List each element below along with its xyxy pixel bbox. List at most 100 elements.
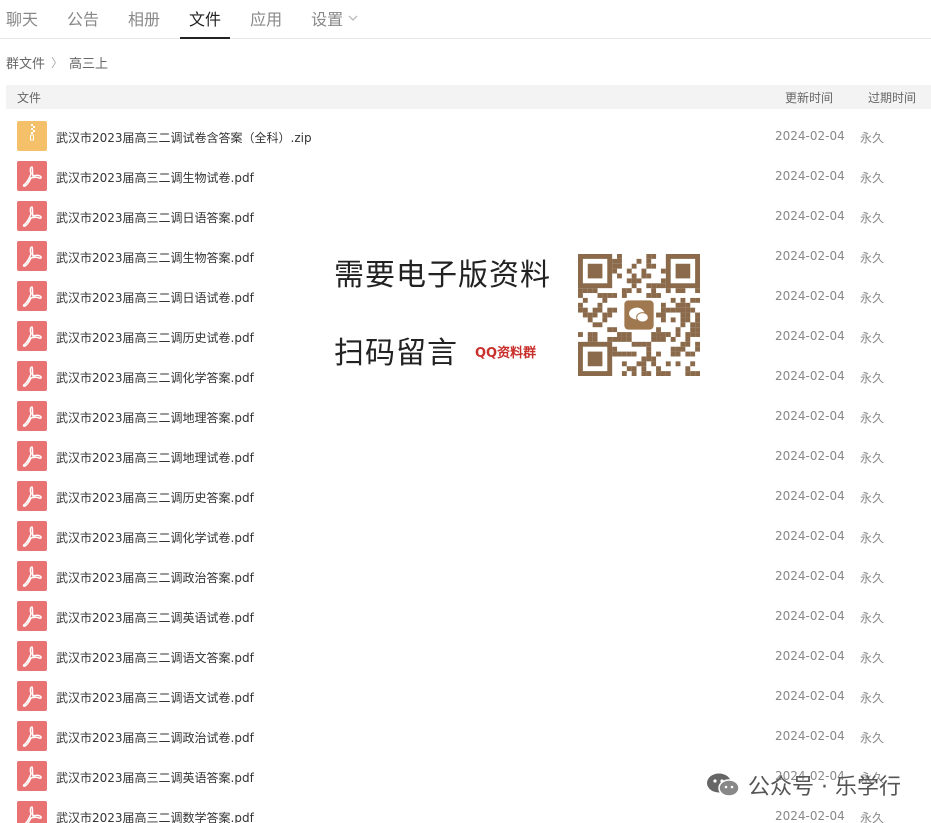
file-name[interactable]: 武汉市2023届高三二调数学答案.pdf xyxy=(56,809,254,823)
promo-line-1: 需要电子版资料 xyxy=(334,258,551,293)
acrobat-pdf-icon xyxy=(17,241,47,271)
tab-bar: 聊天 公告 相册 文件 应用 设置 xyxy=(0,0,931,39)
breadcrumb-separator-icon: 〉 xyxy=(51,55,64,70)
file-row[interactable]: 武汉市2023届高三二调英语试卷.pdf 2024-02-04 永久 xyxy=(0,597,931,637)
column-header-name[interactable]: 文件 xyxy=(17,89,41,106)
file-updated-date: 2024-02-04 xyxy=(775,609,845,623)
file-updated-date: 2024-02-04 xyxy=(775,209,845,223)
file-row[interactable]: 武汉市2023届高三二调政治试卷.pdf 2024-02-04 永久 xyxy=(0,717,931,757)
file-row[interactable]: 武汉市2023届高三二调生物试卷.pdf 2024-02-04 永久 xyxy=(0,157,931,197)
promo-badge: QQ资料群 xyxy=(475,346,537,361)
file-name[interactable]: 武汉市2023届高三二调语文试卷.pdf xyxy=(56,689,254,706)
file-expires: 永久 xyxy=(860,251,885,265)
file-name[interactable]: 武汉市2023届高三二调生物试卷.pdf xyxy=(56,169,254,186)
file-updated-date: 2024-02-04 xyxy=(775,569,845,583)
file-row[interactable]: 武汉市2023届高三二调语文试卷.pdf 2024-02-04 永久 xyxy=(0,677,931,717)
acrobat-pdf-icon xyxy=(17,561,47,591)
file-name[interactable]: 武汉市2023届高三二调试卷含答案（全科）.zip xyxy=(56,129,312,146)
file-updated-date: 2024-02-04 xyxy=(775,289,845,303)
file-row[interactable]: 武汉市2023届高三二调化学试卷.pdf 2024-02-04 永久 xyxy=(0,517,931,557)
file-expires: 永久 xyxy=(860,371,885,385)
tab-apps-label: 应用 xyxy=(250,10,283,29)
file-name[interactable]: 武汉市2023届高三二调英语试卷.pdf xyxy=(56,609,254,626)
file-name[interactable]: 武汉市2023届高三二调政治试卷.pdf xyxy=(56,729,254,746)
file-name[interactable]: 武汉市2023届高三二调生物答案.pdf xyxy=(56,249,254,266)
file-updated-date: 2024-02-04 xyxy=(775,329,845,343)
file-updated-date: 2024-02-04 xyxy=(775,729,845,743)
file-row[interactable]: 武汉市2023届高三二调地理答案.pdf 2024-02-04 永久 xyxy=(0,397,931,437)
tab-chat-label: 聊天 xyxy=(6,10,39,29)
file-expires: 永久 xyxy=(860,211,885,225)
file-name[interactable]: 武汉市2023届高三二调化学试卷.pdf xyxy=(56,529,254,546)
file-expires: 永久 xyxy=(860,811,885,823)
tab-announcement[interactable]: 公告 xyxy=(58,6,108,38)
file-expires: 永久 xyxy=(860,571,885,585)
file-name[interactable]: 武汉市2023届高三二调语文答案.pdf xyxy=(56,649,254,666)
breadcrumb-current: 高三上 xyxy=(69,56,109,72)
file-name[interactable]: 武汉市2023届高三二调地理答案.pdf xyxy=(56,409,254,426)
file-updated-date: 2024-02-04 xyxy=(775,249,845,263)
file-expires: 永久 xyxy=(860,651,885,665)
breadcrumb: 群文件 〉 高三上 xyxy=(0,39,931,85)
wechat-icon xyxy=(707,773,740,797)
acrobat-pdf-icon xyxy=(17,361,47,391)
file-row[interactable]: 武汉市2023届高三二调地理试卷.pdf 2024-02-04 永久 xyxy=(0,437,931,477)
file-name[interactable]: 武汉市2023届高三二调日语试卷.pdf xyxy=(56,289,254,306)
file-name[interactable]: 武汉市2023届高三二调政治答案.pdf xyxy=(56,569,254,586)
acrobat-pdf-icon xyxy=(17,641,47,671)
file-name[interactable]: 武汉市2023届高三二调历史试卷.pdf xyxy=(56,329,254,346)
tab-apps[interactable]: 应用 xyxy=(241,6,291,38)
file-expires: 永久 xyxy=(860,291,885,305)
qr-code-icon[interactable] xyxy=(578,254,700,378)
file-expires: 永久 xyxy=(860,491,885,505)
tab-files[interactable]: 文件 xyxy=(180,6,231,39)
tab-album[interactable]: 相册 xyxy=(119,6,169,38)
file-updated-date: 2024-02-04 xyxy=(775,409,845,423)
file-name[interactable]: 武汉市2023届高三二调日语答案.pdf xyxy=(56,209,254,226)
promo-overlay: 需要电子版资料 扫码留言 QQ资料群 xyxy=(330,244,710,384)
file-name[interactable]: 武汉市2023届高三二调地理试卷.pdf xyxy=(56,449,254,466)
column-header-updated[interactable]: 更新时间 xyxy=(785,89,833,106)
file-expires: 永久 xyxy=(860,531,885,545)
file-expires: 永久 xyxy=(860,451,885,465)
file-row[interactable]: 武汉市2023届高三二调日语答案.pdf 2024-02-04 永久 xyxy=(0,197,931,237)
file-updated-date: 2024-02-04 xyxy=(775,369,845,383)
file-row[interactable]: 武汉市2023届高三二调政治答案.pdf 2024-02-04 永久 xyxy=(0,557,931,597)
file-expires: 永久 xyxy=(860,131,885,145)
file-row[interactable]: 武汉市2023届高三二调历史答案.pdf 2024-02-04 永久 xyxy=(0,477,931,517)
acrobat-pdf-icon xyxy=(17,161,47,191)
file-expires: 永久 xyxy=(860,171,885,185)
file-name[interactable]: 武汉市2023届高三二调英语答案.pdf xyxy=(56,769,254,786)
file-row[interactable]: 武汉市2023届高三二调语文答案.pdf 2024-02-04 永久 xyxy=(0,637,931,677)
acrobat-pdf-icon xyxy=(17,521,47,551)
acrobat-pdf-icon xyxy=(17,281,47,311)
acrobat-pdf-icon xyxy=(17,321,47,351)
acrobat-pdf-icon xyxy=(17,801,47,823)
breadcrumb-root[interactable]: 群文件 xyxy=(6,53,45,72)
tab-settings[interactable]: 设置 xyxy=(302,6,368,38)
file-updated-date: 2024-02-04 xyxy=(775,649,845,663)
acrobat-pdf-icon xyxy=(17,201,47,231)
file-list: 武汉市2023届高三二调试卷含答案（全科）.zip 2024-02-04 永久 武汉市… xyxy=(0,117,931,823)
file-updated-date: 2024-02-04 xyxy=(775,529,845,543)
file-name[interactable]: 武汉市2023届高三二调化学答案.pdf xyxy=(56,369,254,386)
file-row[interactable]: 武汉市2023届高三二调试卷含答案（全科）.zip 2024-02-04 永久 xyxy=(0,117,931,157)
file-updated-date: 2024-02-04 xyxy=(775,489,845,503)
tab-settings-label: 设置 xyxy=(311,10,344,29)
acrobat-pdf-icon xyxy=(17,401,47,431)
acrobat-pdf-icon xyxy=(17,681,47,711)
acrobat-pdf-icon xyxy=(17,721,47,751)
file-expires: 永久 xyxy=(860,331,885,345)
file-expires: 永久 xyxy=(860,611,885,625)
tab-files-label: 文件 xyxy=(189,10,222,29)
watermark: 公众号 · 乐学行 xyxy=(706,769,901,801)
file-updated-date: 2024-02-04 xyxy=(775,169,845,183)
watermark-text: 公众号 · 乐学行 xyxy=(748,775,901,800)
acrobat-pdf-icon xyxy=(17,441,47,471)
file-updated-date: 2024-02-04 xyxy=(775,689,845,703)
file-updated-date: 2024-02-04 xyxy=(775,809,845,823)
tab-chat[interactable]: 聊天 xyxy=(6,6,47,38)
column-header-expires[interactable]: 过期时间 xyxy=(868,89,916,106)
file-updated-date: 2024-02-04 xyxy=(775,449,845,463)
file-name[interactable]: 武汉市2023届高三二调历史答案.pdf xyxy=(56,489,254,506)
